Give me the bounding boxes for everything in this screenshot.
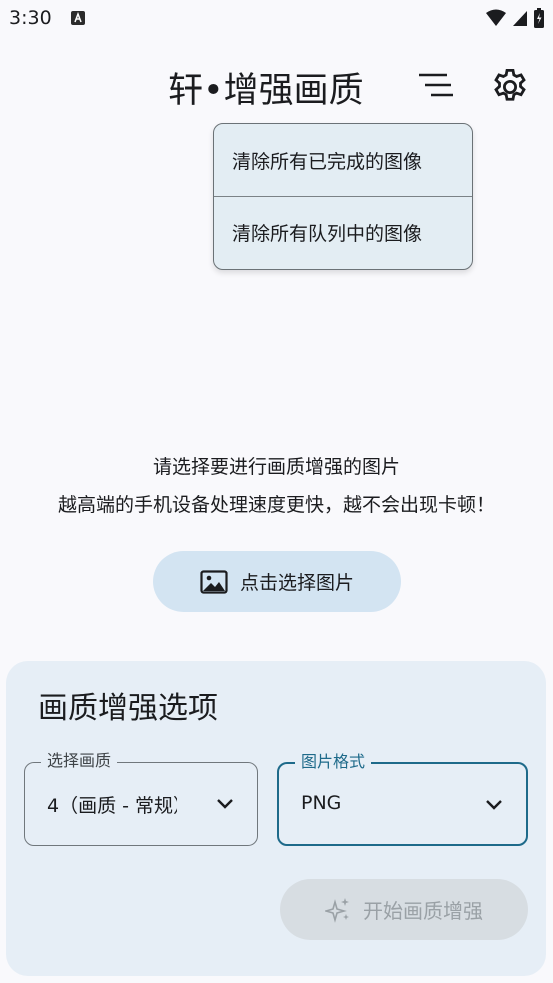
app-title: 轩•增强画质 [168, 71, 364, 111]
format-select[interactable]: 图片格式 PNG [277, 752, 528, 846]
cell-signal-icon [513, 11, 527, 26]
quality-value: 4（画质 - 常规） [47, 795, 177, 817]
sparkle-icon [325, 897, 349, 923]
pick-image-label: 点击选择图片 [239, 572, 354, 594]
notification-icon [71, 11, 85, 25]
system-icons [486, 8, 544, 28]
overflow-menu: 清除所有已完成的图像 清除所有队列中的图像 [213, 123, 473, 270]
chevron-down-icon [217, 799, 233, 809]
settings-button[interactable] [489, 66, 531, 108]
start-enhance-button[interactable]: 开始画质增强 [280, 879, 528, 940]
chevron-down-icon [486, 800, 502, 810]
menu-button[interactable] [413, 66, 457, 106]
options-card: 画质增强选项 选择画质 4（画质 - 常规） 图片格式 PNG 开始画质增强 [6, 661, 546, 976]
battery-icon [534, 8, 544, 28]
status-time: 3:30 [9, 7, 52, 29]
menu-item-label: 清除所有已完成的图像 [232, 150, 423, 173]
prompt-line-1: 请选择要进行画质增强的图片 [152, 456, 400, 478]
format-value: PNG [301, 792, 342, 814]
menu-item-clear-queued[interactable]: 清除所有队列中的图像 [214, 196, 472, 268]
image-icon [200, 569, 228, 594]
prompt-line-2: 越高端的手机设备处理速度更快，越不会出现卡顿！ [57, 494, 495, 516]
sort-menu-icon [419, 73, 453, 97]
menu-item-label: 清除所有队列中的图像 [232, 223, 423, 245]
quality-select[interactable]: 选择画质 4（画质 - 常规） [24, 751, 258, 846]
start-enhance-label: 开始画质增强 [363, 899, 483, 923]
pick-image-button[interactable]: 点击选择图片 [153, 551, 401, 612]
options-title: 画质增强选项 [38, 691, 218, 726]
gear-icon [494, 68, 526, 101]
wifi-icon [486, 9, 506, 26]
status-bar: 3:30 [0, 0, 553, 38]
quality-label: 选择画质 [41, 751, 118, 771]
format-label: 图片格式 [295, 752, 372, 772]
menu-item-clear-completed[interactable]: 清除所有已完成的图像 [214, 124, 472, 196]
